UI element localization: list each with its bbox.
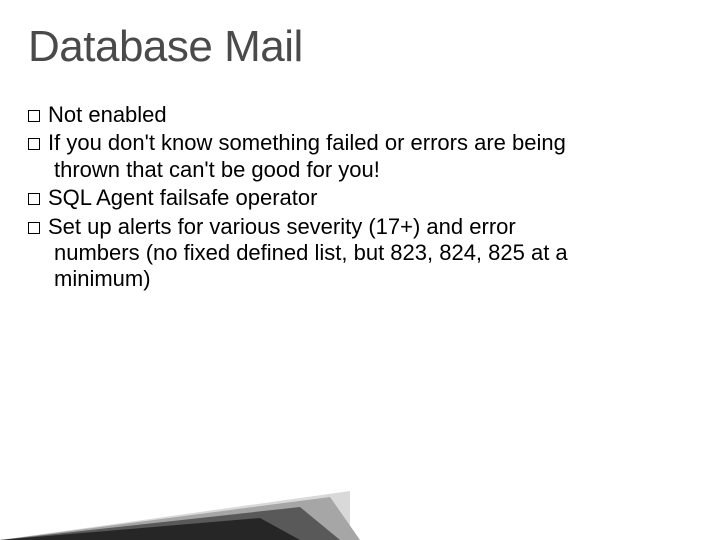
bullet-item: If you don't know something failed or er… — [28, 130, 588, 183]
slide-title: Database Mail — [28, 22, 303, 72]
bullet-text: If you don't know something failed or er… — [48, 130, 566, 181]
bullet-item: Set up alerts for various severity (17+)… — [28, 214, 588, 293]
bullet-box-icon — [28, 138, 40, 150]
bullet-box-icon — [28, 193, 40, 205]
bullet-item: Not enabled — [28, 102, 588, 128]
slide-body: Not enabled If you don't know something … — [28, 102, 588, 295]
decorative-corner-graphic — [0, 485, 720, 540]
bullet-text: SQL Agent failsafe operator — [48, 185, 317, 210]
slide: Database Mail Not enabled If you don't k… — [0, 0, 720, 540]
bullet-text: Not enabled — [48, 102, 167, 127]
bullet-box-icon — [28, 110, 40, 122]
bullet-item: SQL Agent failsafe operator — [28, 185, 588, 211]
bullet-box-icon — [28, 222, 40, 234]
bullet-text: Set up alerts for various severity (17+)… — [48, 214, 568, 292]
